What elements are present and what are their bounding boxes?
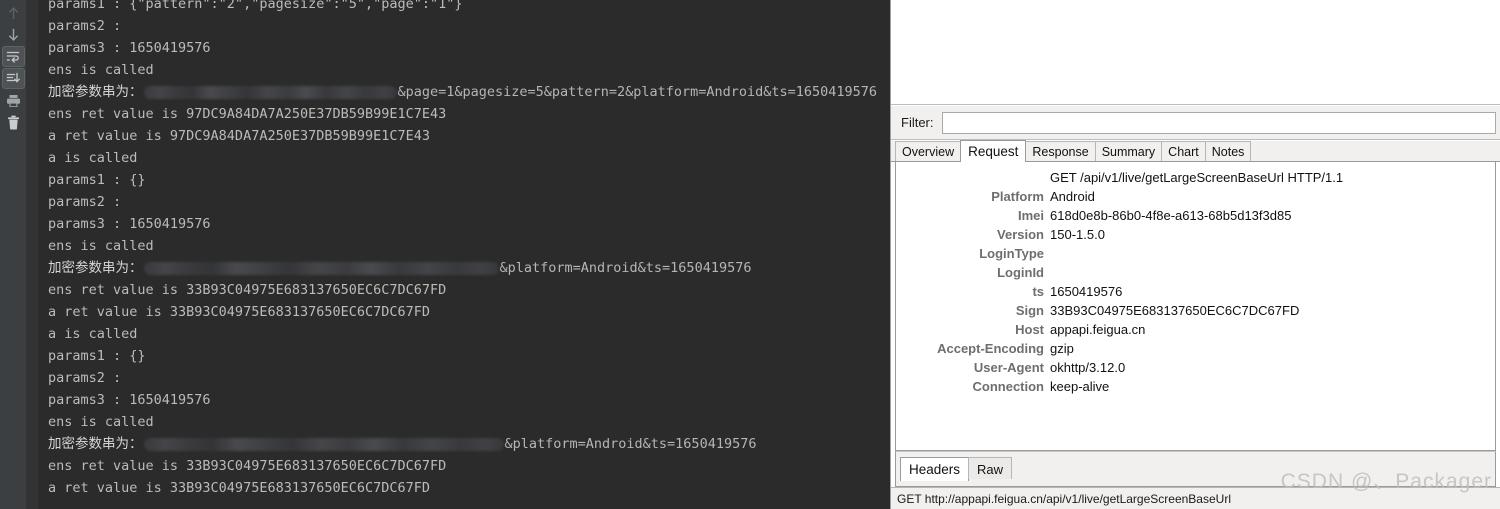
header-name: Sign [1015,303,1044,318]
header-row: Imei 618d0e8b-86b0-4f8e-a613-68b5d13f3d85 [896,206,1495,225]
console-line: ens ret value is 33B93C04975E683137650EC… [48,458,447,474]
console-line-suffix: &platform=Android&ts=1650419576 [504,436,757,452]
header-row: Sign 33B93C04975E683137650EC6C7DC67FD [896,301,1495,320]
header-value: 33B93C04975E683137650EC6C7DC67FD [1050,303,1300,318]
console-line-prefix: 加密参数串为： [48,260,143,276]
header-name: User-Agent [973,360,1044,375]
console-toolbar [0,0,27,509]
scroll-down-icon[interactable] [2,24,25,45]
console-line: ens is called [48,414,154,430]
console-line: params2 : [48,18,122,34]
header-value: keep-alive [1050,379,1110,394]
console-output-area[interactable]: params1 : {"pattern":"2","pagesize":"5",… [27,0,890,509]
session-list-area[interactable] [891,0,1500,105]
status-url: GET http://appapi.feigua.cn/api/v1/live/… [897,491,1231,506]
redacted-text-mask [143,437,504,451]
console-line-suffix: &page=1&pagesize=5&pattern=2&platform=An… [397,84,878,100]
request-line-row: GET /api/v1/live/getLargeScreenBaseUrl H… [896,168,1495,187]
console-gutter [27,0,38,509]
header-row: Accept-Encoding gzip [896,339,1495,358]
tab-overview[interactable]: Overview [895,141,962,161]
header-value: 1650419576 [1050,284,1123,299]
header-row: Connection keep-alive [896,377,1495,396]
request-headers-panel[interactable]: GET /api/v1/live/getLargeScreenBaseUrl H… [895,162,1496,451]
screenshot-root: params1 : {"pattern":"2","pagesize":"5",… [0,0,1500,509]
tab-chart[interactable]: Chart [1161,141,1206,161]
header-row: LoginId [896,263,1495,282]
detail-tabs: Overview Request Response Summary Chart Notes [891,140,1500,162]
header-name: Imei [1017,208,1044,223]
header-name: Connection [972,379,1045,394]
header-value: 618d0e8b-86b0-4f8e-a613-68b5d13f3d85 [1050,208,1292,223]
tab-response[interactable]: Response [1025,141,1096,161]
header-value: 150-1.5.0 [1050,227,1105,242]
console-line: ens ret value is 97DC9A84DA7A250E37DB59B… [48,106,447,122]
header-name: Accept-Encoding [937,341,1044,356]
header-name: ts [1032,284,1044,299]
header-row: ts 1650419576 [896,282,1495,301]
console-line: params1 : {} [48,172,146,188]
console-line-prefix: 加密参数串为： [48,84,143,100]
console-line: a is called [48,150,138,166]
trash-icon[interactable] [2,112,25,133]
header-row: Host appapi.feigua.cn [896,320,1495,339]
console-line: 加密参数串为： &platform=Android&ts=1650419576 [48,257,890,279]
header-name: Version [997,227,1044,242]
header-value: appapi.feigua.cn [1050,322,1146,337]
filter-input[interactable] [941,111,1496,134]
console-line: params3 : 1650419576 [48,392,211,408]
header-name: LoginId [997,265,1044,280]
console-lines: params1 : {"pattern":"2","pagesize":"5",… [38,0,890,509]
scroll-to-end-icon[interactable] [1,68,25,89]
scroll-up-icon[interactable] [2,2,25,23]
header-row: Version 150-1.5.0 [896,225,1495,244]
console-line-prefix: 加密参数串为： [48,436,143,452]
redacted-text-mask [143,261,499,275]
header-view-tabs: Headers Raw [895,451,1496,487]
tab-request[interactable]: Request [960,140,1027,162]
console-line: params1 : {"pattern":"2","pagesize":"5",… [48,0,463,12]
console-line: ens is called [48,238,154,254]
filter-bar: Filter: [891,106,1500,140]
charles-proxy-window: Filter: Overview Request Response Summary Ch… [890,0,1500,509]
bottom-tab-raw[interactable]: Raw [968,457,1013,479]
request-line-value: GET /api/v1/live/getLargeScreenBaseUrl H… [1050,170,1344,185]
console-line: 加密参数串为： &page=1&pagesize=5&pattern=2&plat… [48,81,890,103]
header-row: LoginType [896,244,1495,263]
console-line: ens is called [48,62,154,78]
headers-list: Platform Android Imei 618d0e8b-86b0-4f8e-a6… [896,187,1495,396]
redacted-text-mask [143,85,397,99]
console-line: params2 : [48,194,122,210]
soft-wrap-icon[interactable] [1,46,25,67]
console-line: 加密参数串为： &platform=Android&ts=1650419576 [48,433,890,455]
console-line-suffix: &platform=Android&ts=1650419576 [499,260,752,276]
bottom-tab-headers[interactable]: Headers [900,457,970,481]
console-line: a is called [48,326,138,342]
ide-console-pane: params1 : {"pattern":"2","pagesize":"5",… [0,0,890,509]
header-name: LoginType [979,246,1044,261]
console-line: a ret value is 33B93C04975E683137650EC6C… [48,480,431,496]
console-line: params3 : 1650419576 [48,40,211,56]
header-name: Host [1015,322,1044,337]
header-value: Android [1050,189,1095,204]
tab-notes[interactable]: Notes [1204,141,1252,161]
console-line: ens ret value is 33B93C04975E683137650EC… [48,282,447,298]
print-icon[interactable] [2,90,25,111]
console-line: a ret value is 97DC9A84DA7A250E37DB59B99… [48,128,431,144]
header-value: okhttp/3.12.0 [1050,360,1126,375]
console-line: a ret value is 33B93C04975E683137650EC6C… [48,304,431,320]
header-name: Platform [991,189,1044,204]
status-bar: GET http://appapi.feigua.cn/api/v1/live/… [891,487,1500,509]
console-line: params2 : [48,370,122,386]
header-value: gzip [1050,341,1074,356]
header-row: Platform Android [896,187,1495,206]
tab-summary[interactable]: Summary [1094,141,1163,161]
header-row: User-Agent okhttp/3.12.0 [896,358,1495,377]
filter-label: Filter: [901,115,934,130]
console-line: params3 : 1650419576 [48,216,211,232]
console-line: params1 : {} [48,348,146,364]
